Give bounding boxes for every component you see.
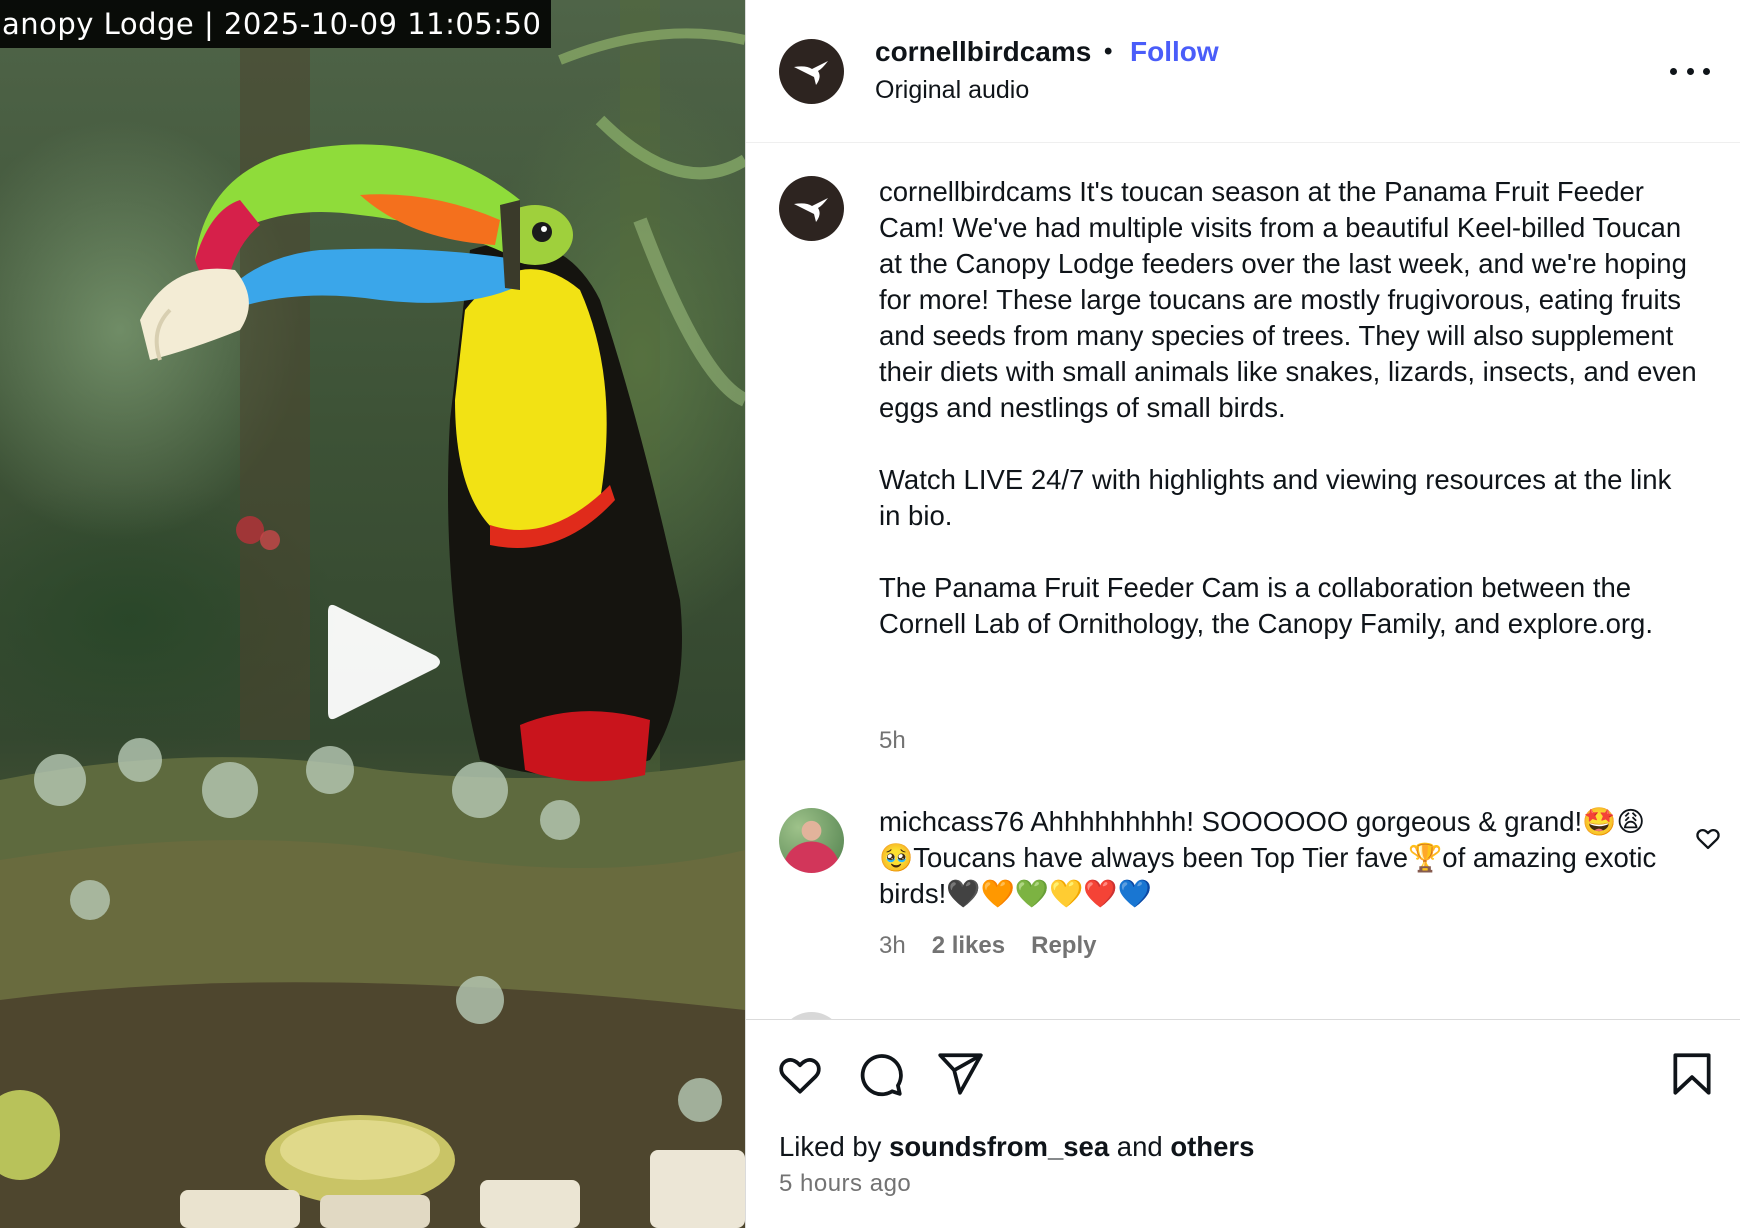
liked-by-prefix: Liked by: [779, 1131, 882, 1162]
heart-outline-icon: [1696, 828, 1720, 850]
post-timestamp[interactable]: 5 hours ago: [779, 1170, 911, 1198]
video-player[interactable]: anopy Lodge | 2025-10-09 11:05:50: [0, 0, 745, 1228]
play-button[interactable]: [318, 596, 446, 728]
hummingbird-logo-icon: [793, 60, 828, 85]
liked-by-others[interactable]: others: [1170, 1131, 1254, 1162]
liked-by-and: and: [1116, 1131, 1163, 1162]
instagram-post-view: anopy Lodge | 2025-10-09 11:05:50 cornel…: [0, 0, 1740, 1228]
comment-item: michcass76 Ahhhhhhhhh! SOOOOOO gorgeous …: [879, 804, 1669, 912]
comment-reply-button[interactable]: Reply: [1031, 932, 1096, 960]
caption-paragraph: Watch LIVE 24/7 with highlights and view…: [879, 464, 1672, 531]
post-caption: cornellbirdcams It's toucan season at th…: [879, 174, 1699, 642]
hummingbird-logo-icon: [793, 197, 828, 222]
comment-meta: 3h 2 likes Reply: [879, 932, 1096, 960]
caption-username[interactable]: cornellbirdcams: [879, 176, 1072, 207]
more-dot: [1703, 67, 1710, 75]
more-dot: [1670, 67, 1677, 75]
separator-dot: •: [1104, 38, 1113, 65]
post-actions-bar: Liked by soundsfrom_sea and others 5 hou…: [746, 1019, 1740, 1228]
caption-paragraph: The Panama Fruit Feeder Cam is a collabo…: [879, 572, 1653, 639]
play-icon: [328, 604, 440, 720]
comment-icon[interactable]: [855, 1049, 905, 1099]
post-header: cornellbirdcams • Follow Original audio: [746, 0, 1740, 143]
camera-timestamp-overlay: anopy Lodge | 2025-10-09 11:05:50: [0, 0, 552, 48]
author-username[interactable]: cornellbirdcams: [875, 36, 1091, 68]
comment-like-button[interactable]: [1694, 824, 1722, 852]
commenter-username[interactable]: michcass76: [879, 806, 1024, 837]
caption-author-avatar[interactable]: [779, 176, 844, 241]
more-options-icon[interactable]: [1670, 56, 1710, 86]
original-audio-link[interactable]: Original audio: [875, 76, 1029, 105]
comments-section[interactable]: cornellbirdcams It's toucan season at th…: [746, 144, 1740, 1019]
author-avatar[interactable]: [779, 39, 844, 104]
heart-icon[interactable]: [775, 1049, 825, 1099]
caption-text: It's toucan season at the Panama Fruit F…: [879, 176, 1697, 423]
comment-time[interactable]: 3h: [879, 932, 906, 960]
caption-timestamp[interactable]: 5h: [879, 727, 906, 755]
post-details-panel: cornellbirdcams • Follow Original audio …: [746, 0, 1740, 1228]
liked-by-user[interactable]: soundsfrom_sea: [889, 1131, 1109, 1162]
share-icon[interactable]: [935, 1049, 985, 1099]
commenter-avatar[interactable]: [779, 808, 844, 873]
next-commenter-avatar[interactable]: [779, 1012, 844, 1019]
comment-likes-count[interactable]: 2 likes: [932, 932, 1005, 960]
caption-paragraph: cornellbirdcams It's toucan season at th…: [879, 174, 1699, 426]
more-dot: [1686, 67, 1694, 75]
liked-by-text: Liked by soundsfrom_sea and others: [779, 1131, 1254, 1163]
follow-button[interactable]: Follow: [1130, 36, 1219, 68]
bookmark-icon[interactable]: [1667, 1049, 1717, 1099]
